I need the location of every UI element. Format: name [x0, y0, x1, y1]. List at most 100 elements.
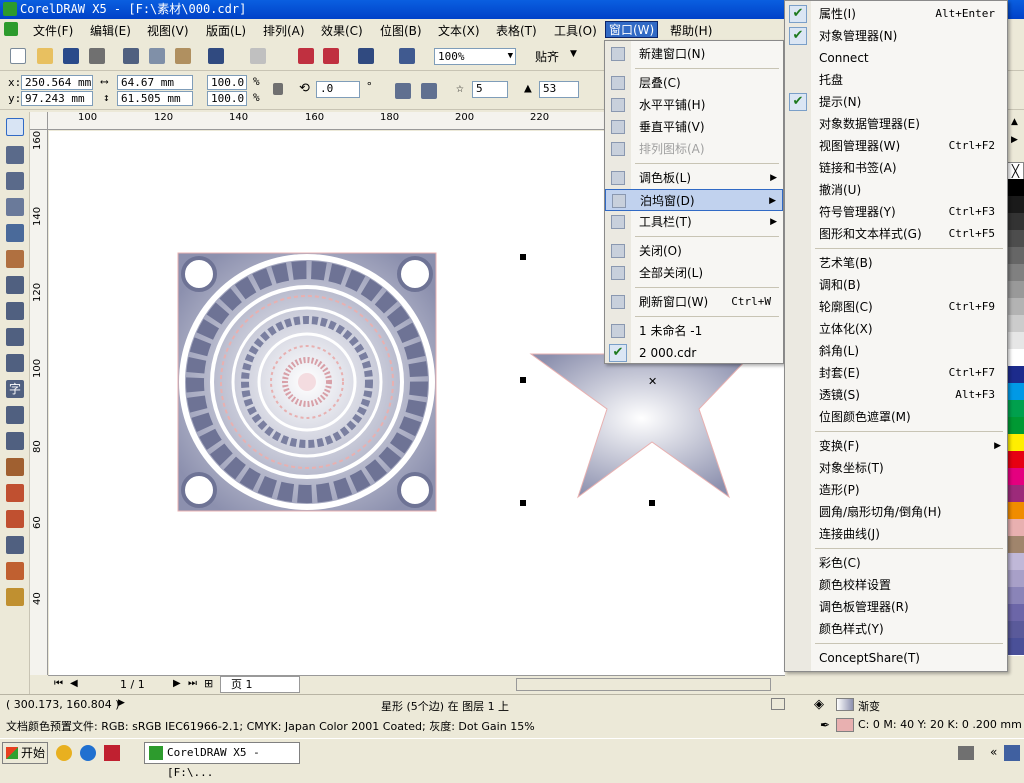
- color-swatch[interactable]: [1007, 468, 1024, 486]
- table-tool-icon[interactable]: [6, 406, 24, 424]
- docker-menu-item[interactable]: 对象管理器(N) ✔: [785, 25, 1007, 47]
- lock-ratio-icon[interactable]: [273, 83, 283, 95]
- width-field[interactable]: 64.67 mm: [117, 75, 193, 90]
- menu-help[interactable]: 帮助(H): [670, 22, 712, 39]
- basic-shapes-icon[interactable]: [6, 354, 24, 372]
- window-menu-item[interactable]: 关闭(O): [605, 240, 783, 262]
- vertical-ruler[interactable]: 160 140 120 100 80 60 40: [30, 130, 48, 675]
- new-icon[interactable]: [10, 48, 26, 64]
- import-icon[interactable]: [298, 48, 314, 64]
- scale-x-field[interactable]: 100.0: [207, 75, 247, 90]
- mirror-h-icon[interactable]: [395, 83, 411, 99]
- shape-tool-icon[interactable]: [6, 146, 24, 164]
- save-icon[interactable]: [63, 48, 79, 64]
- menu-file[interactable]: 文件(F): [33, 22, 73, 39]
- view-icon[interactable]: [771, 698, 785, 710]
- docker-menu-item[interactable]: 彩色(C): [785, 552, 1007, 574]
- polygon-tool-icon[interactable]: [6, 328, 24, 346]
- window-menu-item[interactable]: 垂直平铺(V): [605, 116, 783, 138]
- scale-y-field[interactable]: 100.0: [207, 91, 247, 106]
- last-page-icon[interactable]: ⏭: [188, 678, 197, 689]
- color-swatch[interactable]: [1007, 570, 1024, 588]
- color-swatch[interactable]: [1007, 179, 1024, 197]
- color-swatch[interactable]: [1007, 519, 1024, 537]
- publish-icon[interactable]: [358, 48, 374, 64]
- menu-layout[interactable]: 版面(L): [206, 22, 246, 39]
- window-menu-item[interactable]: 全部关闭(L): [605, 262, 783, 284]
- add-page-icon[interactable]: ⊞: [204, 677, 213, 690]
- ruler-origin[interactable]: [30, 112, 48, 130]
- color-swatch[interactable]: [1007, 587, 1024, 605]
- color-swatch[interactable]: [1007, 536, 1024, 554]
- color-swatch[interactable]: [1007, 485, 1024, 503]
- color-swatch[interactable]: [1007, 247, 1024, 265]
- page-tab[interactable]: 页 1: [220, 676, 300, 693]
- menu-arrange[interactable]: 排列(A): [263, 22, 305, 39]
- window-menu-item[interactable]: 新建窗口(N): [605, 43, 783, 65]
- copy-icon[interactable]: [149, 48, 165, 64]
- docker-menu-item[interactable]: 封套(E) Ctrl+F7: [785, 362, 1007, 384]
- snap-to-label[interactable]: 贴齐: [535, 48, 559, 65]
- blend-tool-icon[interactable]: [6, 484, 24, 502]
- docker-menu-item[interactable]: ConceptShare(T): [785, 647, 1007, 669]
- docker-menu-item[interactable]: 调色板管理器(R): [785, 596, 1007, 618]
- rectangle-tool-icon[interactable]: [6, 276, 24, 294]
- start-button[interactable]: 开始: [2, 742, 48, 764]
- paste-icon[interactable]: [175, 48, 191, 64]
- zoom-select[interactable]: 100% ▼: [434, 48, 516, 65]
- docker-menu-item[interactable]: 位图颜色遮罩(M): [785, 406, 1007, 428]
- prev-page-icon[interactable]: ◀: [70, 678, 78, 689]
- docker-menu-item[interactable]: 视图管理器(W) Ctrl+F2: [785, 135, 1007, 157]
- color-swatch[interactable]: [1007, 638, 1024, 656]
- color-swatch[interactable]: [1007, 434, 1024, 452]
- tray-expand-icon[interactable]: «: [990, 745, 997, 759]
- color-swatch[interactable]: [1007, 451, 1024, 469]
- snap-dropdown-icon[interactable]: ▼: [570, 49, 577, 59]
- docker-menu-item[interactable]: 托盘: [785, 69, 1007, 91]
- color-swatch[interactable]: [1007, 553, 1024, 571]
- palette-flyout-icon[interactable]: ▶: [1011, 135, 1018, 145]
- menu-effects[interactable]: 效果(C): [321, 22, 363, 39]
- color-swatch[interactable]: [1007, 315, 1024, 333]
- menu-edit[interactable]: 编辑(E): [90, 22, 131, 39]
- freehand-tool-icon[interactable]: [6, 224, 24, 242]
- color-swatch[interactable]: [1007, 502, 1024, 520]
- x-position-field[interactable]: 250.564 mm: [21, 75, 93, 90]
- fill-tool-icon[interactable]: [6, 562, 24, 580]
- color-swatch[interactable]: [1007, 400, 1024, 418]
- color-swatch[interactable]: [1007, 264, 1024, 282]
- window-menu-item[interactable]: 层叠(C): [605, 72, 783, 94]
- menu-tools[interactable]: 工具(O): [554, 22, 597, 39]
- color-profile-info[interactable]: 文档颜色预置文件: RGB: sRGB IEC61966-2.1; CMYK: …: [6, 718, 535, 734]
- color-swatch[interactable]: [1007, 621, 1024, 639]
- interactive-fill-icon[interactable]: [6, 588, 24, 606]
- open-icon[interactable]: [37, 48, 53, 64]
- window-menu-item[interactable]: 刷新窗口(W) Ctrl+W: [605, 291, 783, 313]
- color-swatch[interactable]: [1007, 604, 1024, 622]
- docker-menu-item[interactable]: 对象坐标(T): [785, 457, 1007, 479]
- chrome-icon[interactable]: [56, 745, 72, 761]
- docker-menu-item[interactable]: 造形(P): [785, 479, 1007, 501]
- smart-fill-icon[interactable]: [6, 250, 24, 268]
- sharpness-field[interactable]: 53: [539, 81, 579, 98]
- text-tool-icon[interactable]: 字: [6, 380, 24, 398]
- doc-icon[interactable]: [4, 22, 18, 36]
- menu-table[interactable]: 表格(T): [496, 22, 537, 39]
- menu-window[interactable]: 窗口(W): [605, 21, 659, 38]
- docker-menu-item[interactable]: 链接和书签(A): [785, 157, 1007, 179]
- docker-menu-item[interactable]: 对象数据管理器(E): [785, 113, 1007, 135]
- pick-tool-icon[interactable]: [6, 118, 24, 136]
- mirror-v-icon[interactable]: [421, 83, 437, 99]
- outline-swatch[interactable]: [836, 718, 854, 732]
- expand-arrow-icon[interactable]: ▶: [118, 698, 125, 708]
- ellipse-tool-icon[interactable]: [6, 302, 24, 320]
- docker-menu-item[interactable]: 符号管理器(Y) Ctrl+F3: [785, 201, 1007, 223]
- menu-view[interactable]: 视图(V): [147, 22, 189, 39]
- docker-menu-item[interactable]: 颜色校样设置: [785, 574, 1007, 596]
- redo-icon[interactable]: [250, 48, 266, 64]
- color-swatch[interactable]: [1007, 281, 1024, 299]
- first-page-icon[interactable]: ⏮: [54, 678, 63, 689]
- color-swatch[interactable]: [1007, 332, 1024, 350]
- window-menu-item[interactable]: 1 未命名 -1: [605, 320, 783, 342]
- docker-menu-item[interactable]: 属性(I) Alt+Enter ✔: [785, 3, 1007, 25]
